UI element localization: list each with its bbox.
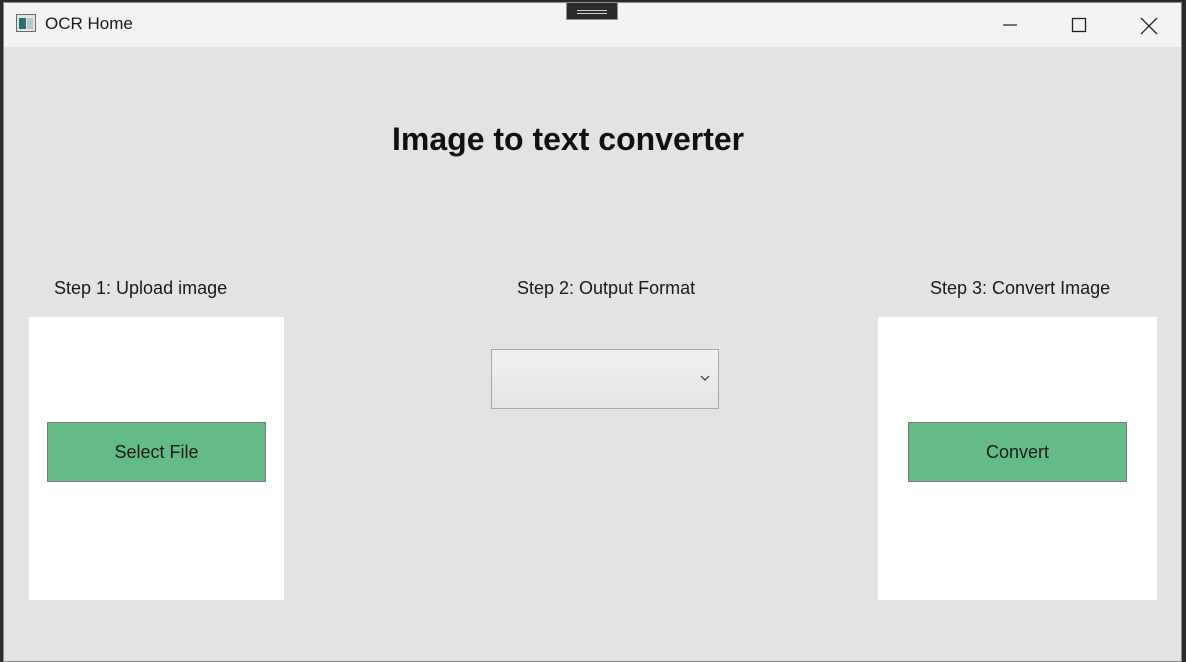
convert-button[interactable]: Convert <box>908 422 1127 482</box>
chevron-down-icon <box>700 375 710 381</box>
convert-panel: Convert <box>878 317 1157 600</box>
maximize-button[interactable] <box>1043 3 1113 47</box>
close-icon <box>1140 17 1158 35</box>
maximize-icon <box>1071 17 1087 33</box>
app-icon <box>16 14 36 32</box>
upload-panel: Select File <box>29 317 284 600</box>
snap-grip-handle[interactable] <box>566 2 618 20</box>
minimize-button[interactable] <box>974 3 1044 47</box>
page-title: Image to text converter <box>392 121 745 157</box>
step-3-label: Step 3: Convert Image <box>930 278 1111 298</box>
step-1-label: Step 1: Upload image <box>54 278 228 298</box>
app-window: OCR Home Image to text converter Step 1:… <box>3 2 1182 662</box>
close-button[interactable] <box>1112 3 1182 47</box>
window-title: OCR Home <box>45 14 133 33</box>
minimize-icon <box>1003 24 1017 26</box>
select-file-button[interactable]: Select File <box>47 422 266 482</box>
step-2-label: Step 2: Output Format <box>517 278 696 298</box>
title-bar[interactable]: OCR Home <box>4 2 1182 47</box>
output-format-dropdown[interactable] <box>491 349 719 409</box>
